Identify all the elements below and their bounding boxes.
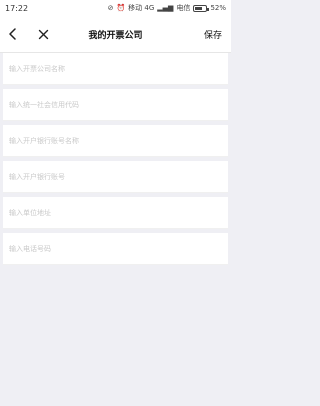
invoice-company-form: [3, 53, 228, 265]
back-button[interactable]: [2, 16, 24, 53]
phone-field-row: [3, 233, 228, 265]
nav-bar: 我的开票公司 保存: [0, 16, 231, 53]
company-name-field-row: [3, 53, 228, 85]
battery-percent: 52%: [210, 4, 226, 12]
carrier-1: 移动 4G: [128, 4, 155, 12]
carrier-2: 电信: [176, 4, 191, 12]
bank-account-number-input[interactable]: [9, 172, 222, 181]
battery-icon: [193, 4, 210, 12]
phone-number-input[interactable]: [9, 244, 222, 253]
address-field-row: [3, 197, 228, 229]
close-button[interactable]: [32, 16, 54, 53]
bank-account-name-input[interactable]: [9, 136, 222, 145]
mute-icon: ⊘: [107, 4, 114, 12]
signal-icon: ▂▄▆: [157, 4, 174, 12]
bank-account-name-field-row: [3, 125, 228, 157]
credit-code-input[interactable]: [9, 100, 222, 109]
alarm-icon: ⏰: [116, 4, 126, 12]
chevron-left-icon: [9, 28, 16, 40]
status-bar: 17:22 ⊘ ⏰ 移动 4G ▂▄▆ 电信 52%: [0, 0, 231, 16]
status-time: 17:22: [5, 3, 29, 13]
bank-account-number-field-row: [3, 161, 228, 193]
save-button[interactable]: 保存: [204, 28, 222, 41]
company-name-input[interactable]: [9, 64, 222, 73]
close-icon: [38, 29, 48, 39]
credit-code-field-row: [3, 89, 228, 121]
status-indicators: ⊘ ⏰ 移动 4G ▂▄▆ 电信 52%: [108, 3, 226, 13]
company-address-input[interactable]: [9, 208, 222, 217]
